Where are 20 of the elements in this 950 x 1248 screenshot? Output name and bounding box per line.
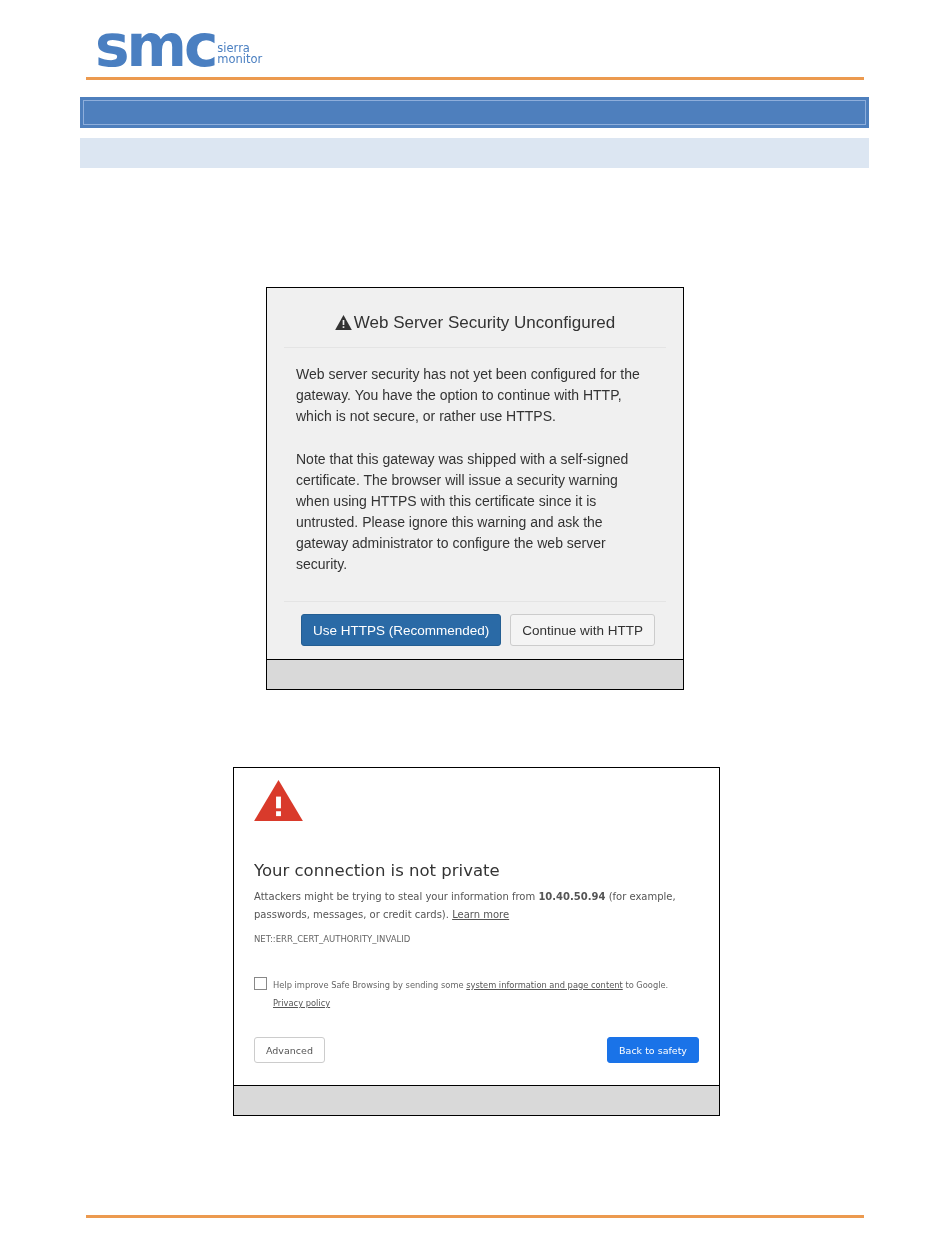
logo-mark: smc bbox=[95, 22, 216, 70]
dialog-button[interactable]: Use HTTPS (Recommended) bbox=[300, 614, 502, 646]
error-code: NET::ERR_CERT_AUTHORITY_INVALID bbox=[254, 934, 412, 944]
dialog-title: Web Server Security Unconfigured bbox=[353, 312, 616, 333]
dialog-message: Web server security has not yet been configured for the gateway. You have the option to continue with HTTP, which is not secure, or rather use HTTPS. bbox=[296, 365, 641, 426]
page-button[interactable]: Advanced bbox=[254, 1037, 325, 1063]
dialog-message: Note that this gateway was shipped with a self-signed certificate. The browser will issue a security warning when using HTTPS with this certificate since it is untrusted. Please ignore this warning and ask the gateway administrator to configure the web server security. bbox=[296, 450, 630, 574]
page-heading: Your connection is not private bbox=[254, 861, 501, 880]
learn-more-link[interactable]: Learn more bbox=[452, 909, 510, 920]
dialog-button[interactable]: Continue with HTTP bbox=[510, 614, 655, 646]
warning-icon bbox=[254, 780, 303, 821]
page-button[interactable]: Back to safety bbox=[607, 1037, 699, 1063]
checkbox-label: Help improve Safe Browsing by sending some system information and page content to Google. Privacy policy bbox=[273, 979, 669, 1010]
checkbox[interactable] bbox=[254, 977, 267, 990]
logo-text: sierra bbox=[217, 43, 250, 54]
info-link[interactable]: system information and page content bbox=[466, 980, 623, 990]
warning-message: Attackers might be trying to steal your information from 10.40.50.94 (for example, passwords, messages, or credit cards). Learn more bbox=[254, 890, 677, 922]
logo-text: monitor bbox=[217, 54, 263, 65]
privacy-policy-link[interactable]: Privacy policy bbox=[273, 998, 331, 1008]
warning-icon bbox=[334, 315, 352, 330]
